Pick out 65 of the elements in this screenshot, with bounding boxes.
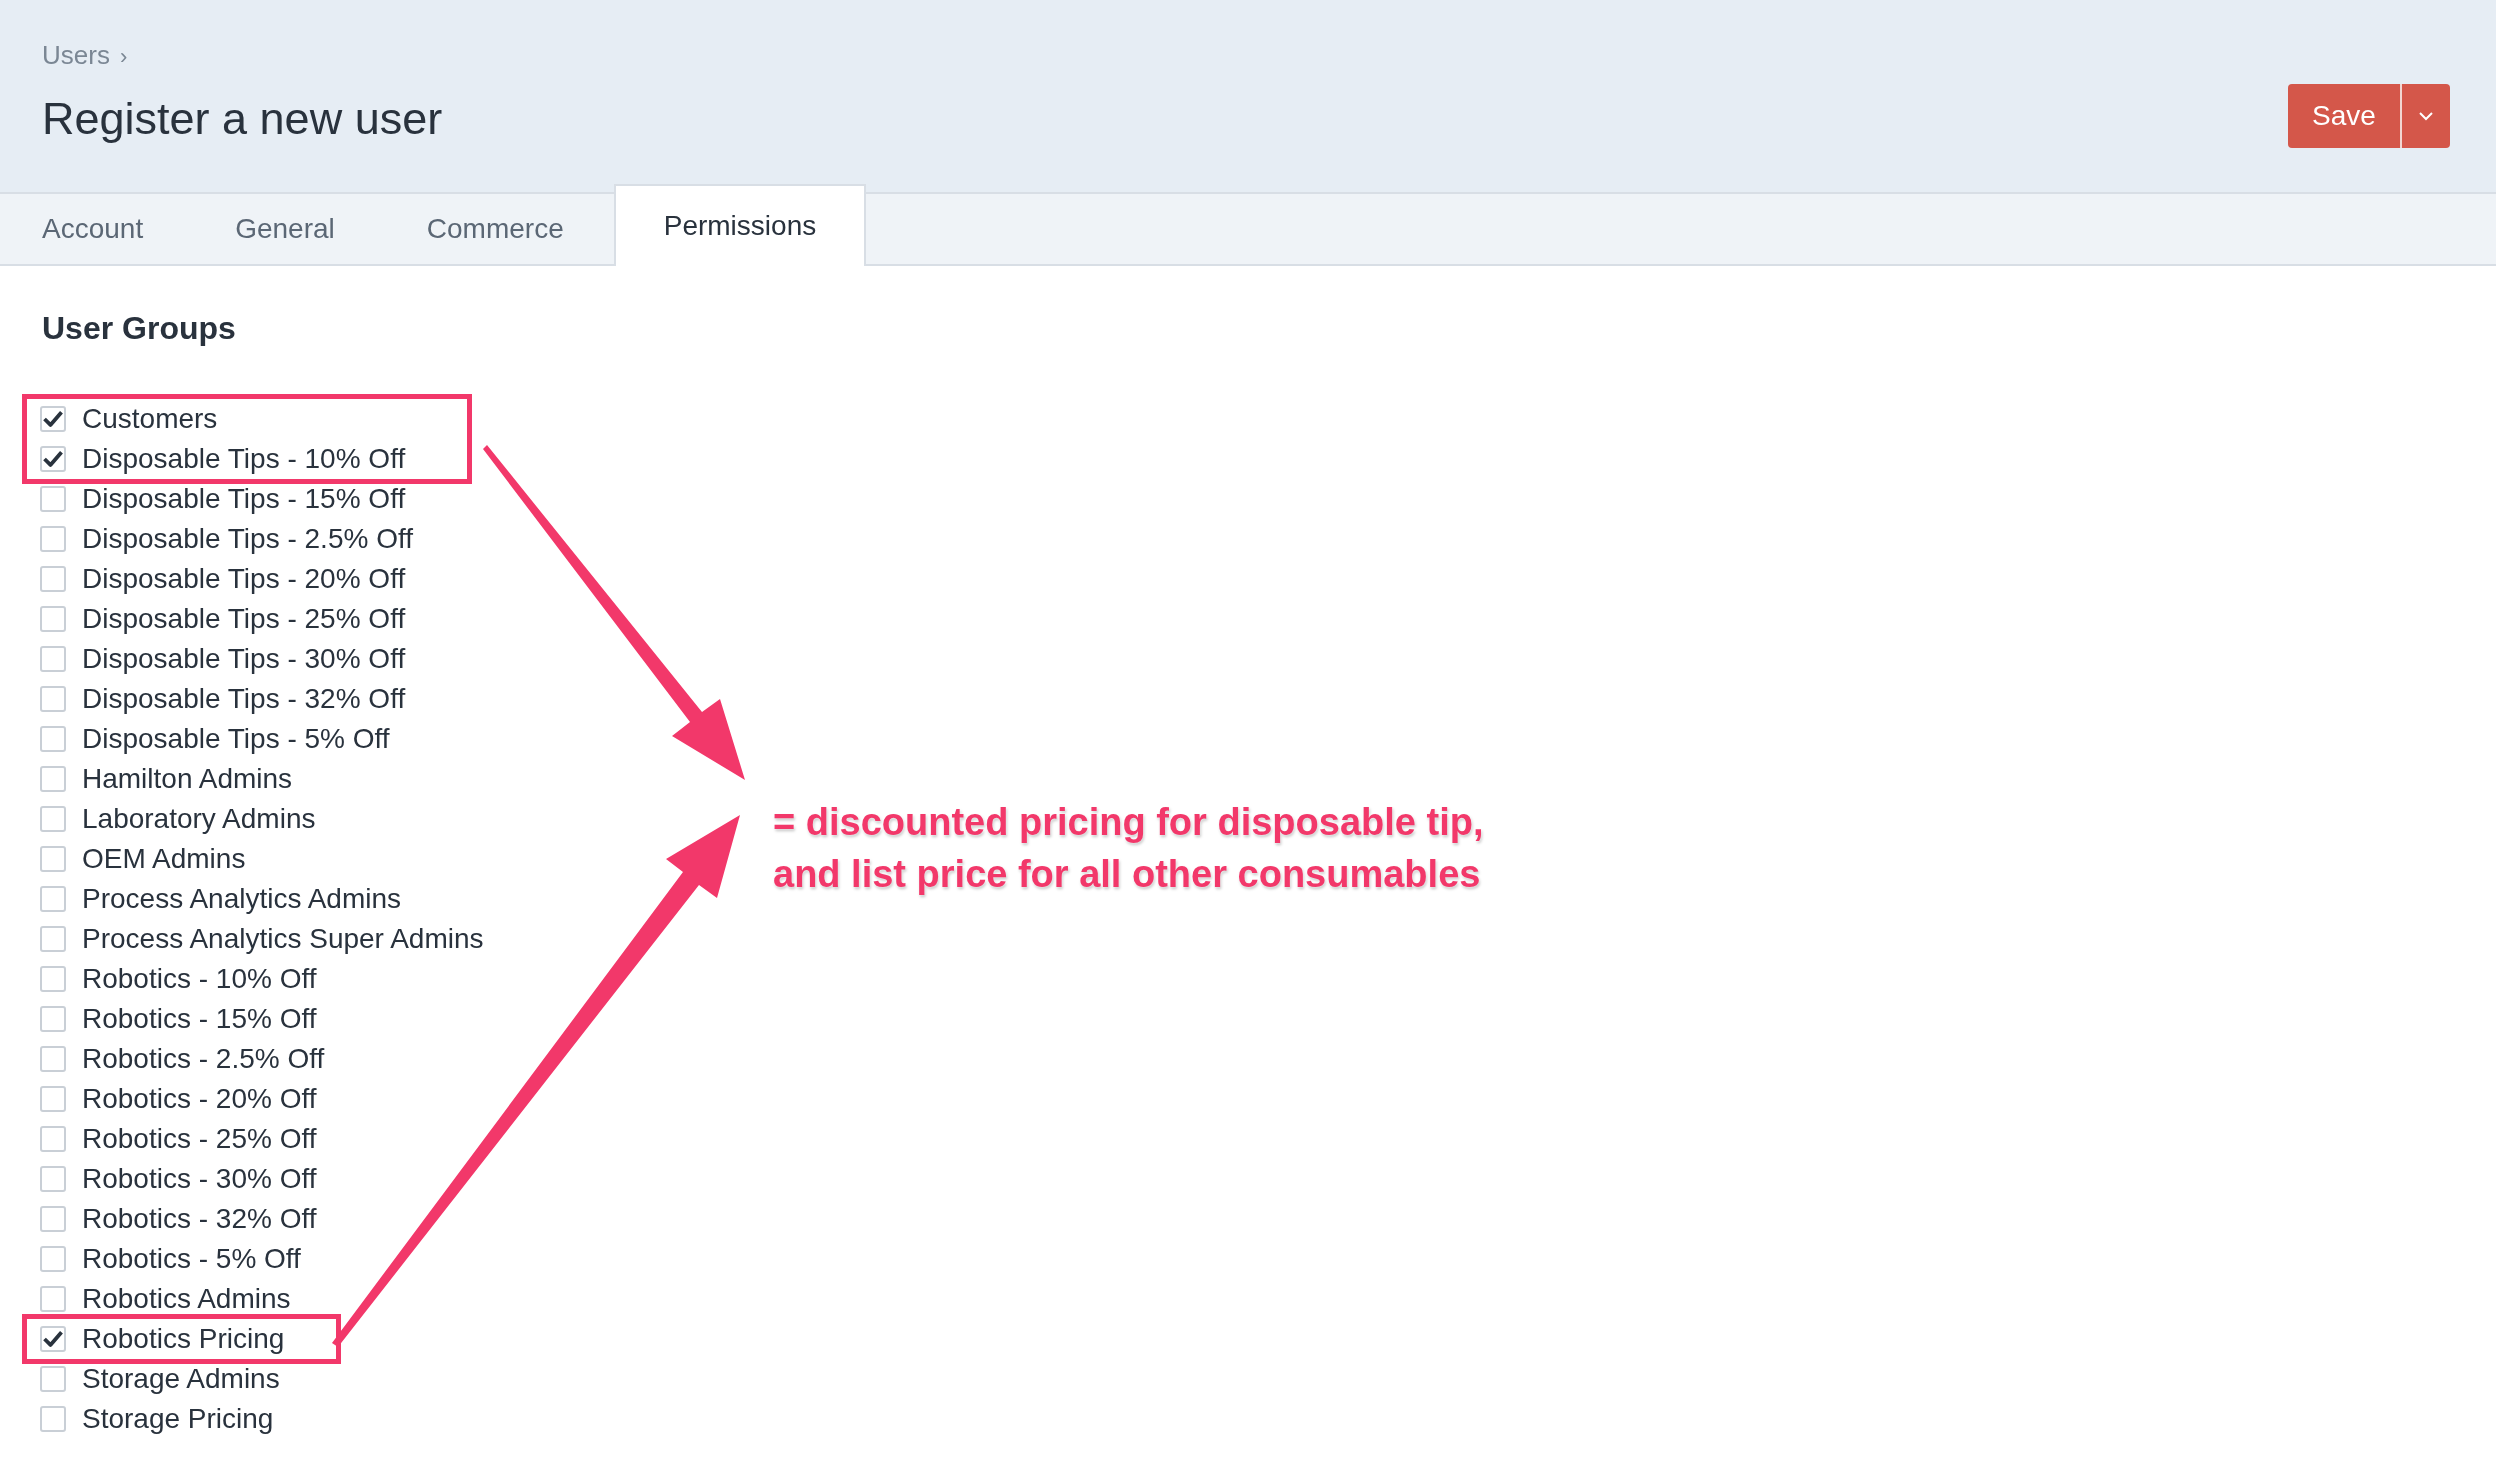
checkbox[interactable] <box>40 1326 66 1352</box>
checkbox-label: Disposable Tips - 20% Off <box>82 563 406 595</box>
checkbox-label: Robotics - 2.5% Off <box>82 1043 325 1075</box>
checkbox-label: Disposable Tips - 2.5% Off <box>82 523 413 555</box>
checkbox-label: Robotics - 20% Off <box>82 1083 317 1115</box>
checkbox[interactable] <box>40 1286 66 1312</box>
checkbox-label: Robotics - 30% Off <box>82 1163 317 1195</box>
checkbox[interactable] <box>40 566 66 592</box>
checkbox-label: Disposable Tips - 10% Off <box>82 443 406 475</box>
checkbox-label: Robotics - 32% Off <box>82 1203 317 1235</box>
checkbox[interactable] <box>40 926 66 952</box>
save-options-button[interactable] <box>2400 84 2450 148</box>
checkbox[interactable] <box>40 766 66 792</box>
checkbox[interactable] <box>40 646 66 672</box>
checkbox[interactable] <box>40 1166 66 1192</box>
caret-icon <box>2417 110 2435 122</box>
breadcrumb-link[interactable]: Users <box>42 40 110 71</box>
checkbox[interactable] <box>40 1246 66 1272</box>
checkbox[interactable] <box>40 886 66 912</box>
section-title: User Groups <box>42 310 237 347</box>
checkbox[interactable] <box>40 966 66 992</box>
checkbox-label: Process Analytics Super Admins <box>82 923 484 955</box>
checkbox-label: Robotics - 15% Off <box>82 1003 317 1035</box>
checkbox[interactable] <box>40 1366 66 1392</box>
checkbox[interactable] <box>40 806 66 832</box>
checkbox-label: OEM Admins <box>82 843 246 875</box>
tab[interactable]: Account <box>0 194 186 264</box>
checkbox[interactable] <box>40 1086 66 1112</box>
checkbox-label: Disposable Tips - 32% Off <box>82 683 406 715</box>
checkbox-label: Robotics Admins <box>82 1283 291 1315</box>
checkbox-label: Disposable Tips - 30% Off <box>82 643 406 675</box>
checkbox[interactable] <box>40 446 66 472</box>
checkbox[interactable] <box>40 1406 66 1432</box>
checkbox-label: Disposable Tips - 5% Off <box>82 723 390 755</box>
checkbox[interactable] <box>40 406 66 432</box>
checkbox[interactable] <box>40 686 66 712</box>
checkbox-label: Robotics - 5% Off <box>82 1243 301 1275</box>
page-title: Register a new user <box>42 93 443 145</box>
checkbox[interactable] <box>40 726 66 752</box>
checkbox[interactable] <box>40 606 66 632</box>
checkbox-label: Disposable Tips - 25% Off <box>82 603 406 635</box>
checkbox-label: Robotics Pricing <box>82 1323 285 1355</box>
breadcrumb-separator: › <box>119 44 128 70</box>
tab[interactable]: Commerce <box>384 194 606 264</box>
checkbox[interactable] <box>40 1006 66 1032</box>
checkbox-label: Storage Admins <box>82 1363 280 1395</box>
checkbox[interactable] <box>40 846 66 872</box>
checkbox-label: Laboratory Admins <box>82 803 316 835</box>
checkbox-label: Customers <box>82 403 218 435</box>
checkbox[interactable] <box>40 526 66 552</box>
tab[interactable]: Permissions <box>613 184 867 266</box>
checkbox-label: Disposable Tips - 15% Off <box>82 483 406 515</box>
checkbox-label: Robotics - 25% Off <box>82 1123 317 1155</box>
checkbox-label: Robotics - 10% Off <box>82 963 317 995</box>
checkbox[interactable] <box>40 1126 66 1152</box>
checkbox-label: Process Analytics Admins <box>82 883 402 915</box>
checkbox[interactable] <box>40 1206 66 1232</box>
save-button[interactable]: Save <box>2288 84 2400 148</box>
checkbox-label: Hamilton Admins <box>82 763 293 795</box>
annotation-text: = discounted pricing for disposable tip, <box>773 800 1484 845</box>
checkbox[interactable] <box>40 1046 66 1072</box>
tab[interactable]: General <box>193 194 377 264</box>
checkbox-label: Storage Pricing <box>82 1403 274 1435</box>
annotation-text: and list price for all other consumables <box>773 852 1482 897</box>
checkbox[interactable] <box>40 486 66 512</box>
